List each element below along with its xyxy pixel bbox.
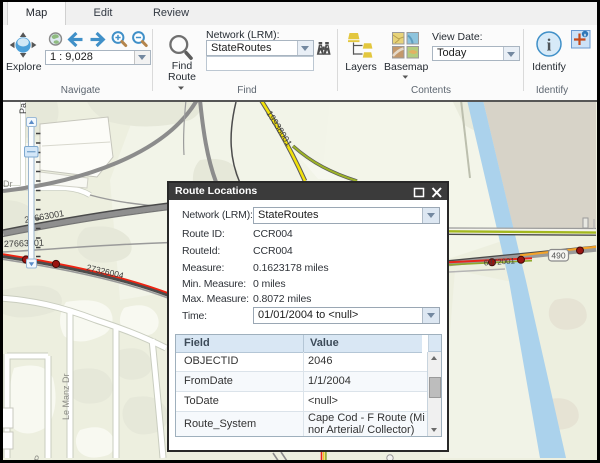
svg-text:Dr: Dr: [3, 179, 13, 189]
svg-text:i: i: [547, 36, 552, 55]
svg-text:Le Manz Dr: Le Manz Dr: [61, 373, 71, 420]
svg-text:Pa: Pa: [18, 103, 28, 114]
svg-text:490: 490: [551, 251, 565, 261]
